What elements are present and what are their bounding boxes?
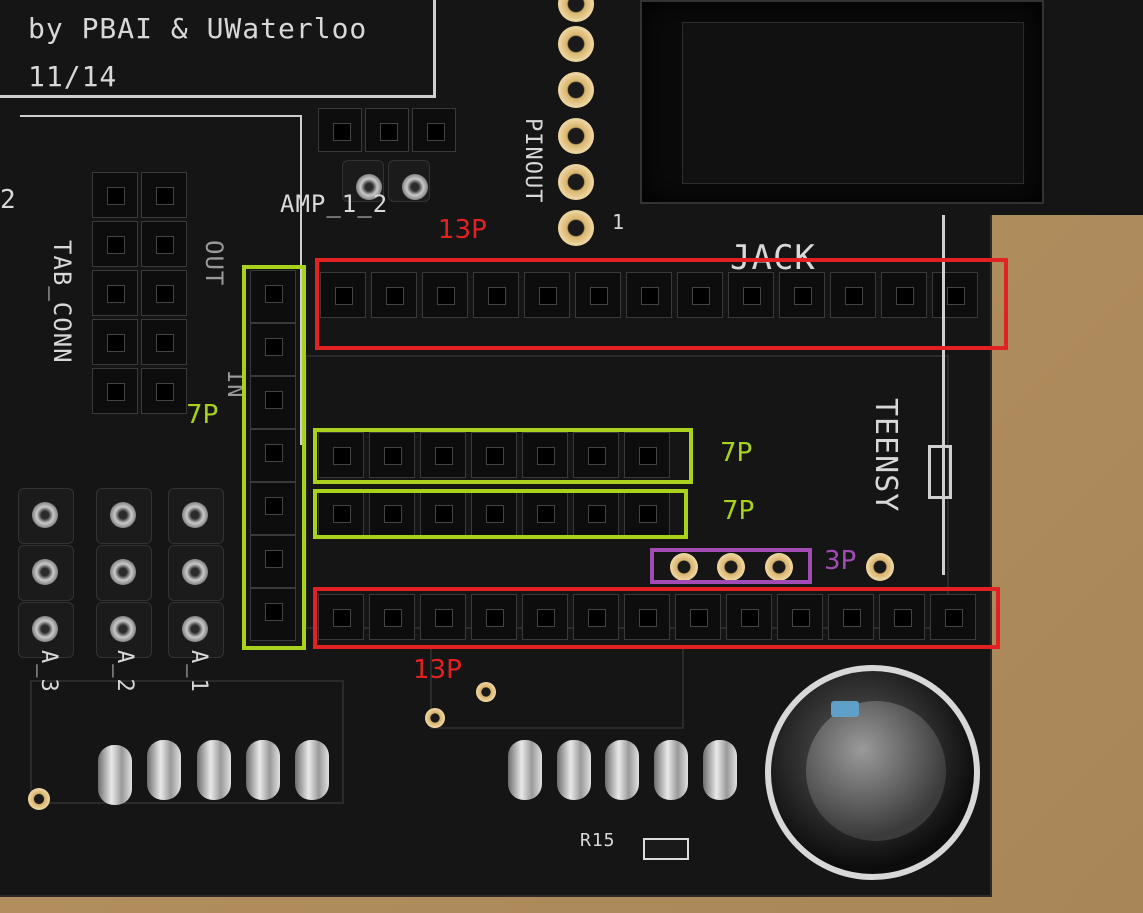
amp-header (318, 108, 456, 152)
num-2-label: 2 (0, 185, 17, 215)
audio-jack (640, 0, 1044, 204)
r15-label: R15 (580, 830, 616, 851)
tab-conn-label: TAB_CONN (48, 240, 76, 364)
jumper-pin (168, 488, 224, 544)
solder-joint (508, 740, 542, 800)
silkscreen-tab (928, 445, 952, 499)
via-pad (28, 788, 50, 810)
teensy-label: TEENSY (868, 398, 903, 513)
header-socket (141, 270, 187, 316)
via-pad (476, 682, 496, 702)
pinout-pad (558, 72, 594, 108)
header-socket (92, 368, 138, 414)
jumper-pin (18, 488, 74, 544)
pinout-pad (558, 26, 594, 62)
solder-joint (197, 740, 231, 800)
bottom-13p-highlight-box (313, 587, 1000, 649)
vertical-7p-label: 7P (186, 400, 219, 430)
amp-label: AMP_1_2 (280, 190, 389, 218)
resistor-r15 (643, 838, 689, 860)
date-text: 11/14 (28, 60, 118, 93)
solder-joint (605, 740, 639, 800)
pinout-label: PINOUT (520, 118, 545, 204)
electrolytic-capacitor (765, 665, 980, 880)
row2-7p-highlight-box (313, 489, 688, 539)
top-13p-highlight-box (315, 258, 1008, 350)
header-socket (412, 108, 456, 152)
solder-joint (147, 740, 181, 800)
audio-jack-body (682, 22, 1024, 184)
capacitor-polarity-stripe (831, 701, 859, 717)
3p-label: 3P (824, 546, 857, 576)
photo-scene: by PBAI & UWaterloo 11/14 2 AMP_1_2 PINO… (0, 0, 1143, 913)
solder-joint (557, 740, 591, 800)
row1-7p-highlight-box (313, 428, 693, 484)
top-13p-label: 13P (438, 215, 487, 245)
3p-highlight-box (650, 548, 812, 584)
header-socket (92, 319, 138, 365)
jumper-pin (168, 545, 224, 601)
tab-conn-header-col-1 (92, 172, 138, 414)
header-socket (92, 221, 138, 267)
solder-joint (654, 740, 688, 800)
jumper-pin (18, 545, 74, 601)
capacitor-top (806, 701, 946, 841)
pcb-trace (430, 645, 684, 729)
pin-1-label: 1 (612, 210, 626, 234)
bottom-13p-label: 13P (413, 655, 462, 685)
solder-joint (246, 740, 280, 800)
a3-label: A_3 (36, 650, 61, 693)
credit-text: by PBAI & UWaterloo (28, 12, 368, 45)
a1-label: A_1 (186, 650, 211, 693)
header-socket (141, 172, 187, 218)
silkscreen-line (20, 115, 300, 117)
jumper-pin (96, 545, 152, 601)
pinout-pad (558, 164, 594, 200)
solder-joint (98, 745, 132, 805)
jumper-pin (96, 488, 152, 544)
solder-joint (703, 740, 737, 800)
out-label: OUT (200, 240, 228, 287)
pinout-pad (558, 210, 594, 246)
row1-7p-label: 7P (720, 438, 753, 468)
header-socket (318, 108, 362, 152)
header-socket (92, 172, 138, 218)
header-socket (141, 368, 187, 414)
tab-conn-header-col-2 (141, 172, 187, 414)
via-pad (425, 708, 445, 728)
solder-joint (295, 740, 329, 800)
through-hole-pad (866, 553, 894, 581)
amp-jumper-pin (388, 160, 430, 202)
header-socket (141, 319, 187, 365)
a2-label: A_2 (112, 650, 137, 693)
pinout-pad (558, 118, 594, 154)
header-socket (365, 108, 409, 152)
row2-7p-label: 7P (722, 496, 755, 526)
header-socket (92, 270, 138, 316)
vertical-7p-highlight-box (242, 265, 306, 650)
header-socket (141, 221, 187, 267)
